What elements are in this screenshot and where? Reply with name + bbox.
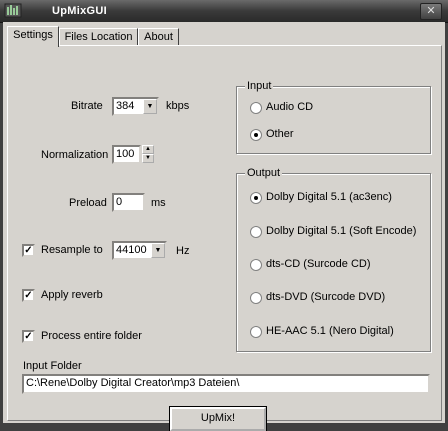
bitrate-combobox[interactable]: 384 ▼ xyxy=(112,97,159,116)
upmix-button[interactable]: UpMix! xyxy=(169,406,267,431)
normalization-label: Normalization xyxy=(41,149,109,161)
resample-value: 44100 xyxy=(116,244,147,256)
bitrate-value: 384 xyxy=(116,100,135,112)
check-icon: ✓ xyxy=(24,245,33,256)
close-icon: ✕ xyxy=(426,5,436,17)
resample-unit: Hz xyxy=(176,245,190,257)
radio-dd51-soft-encode-label: Dolby Digital 5.1 (Soft Encode) xyxy=(266,225,417,237)
apply-reverb-label: Apply reverb xyxy=(41,289,103,301)
normalization-input[interactable]: 100 xyxy=(112,145,141,164)
tab-about[interactable]: About xyxy=(138,28,179,46)
check-icon: ✓ xyxy=(24,290,33,301)
input-folder-label: Input Folder xyxy=(23,360,82,372)
radio-other-label: Other xyxy=(266,128,294,140)
radio-audio-cd[interactable] xyxy=(250,102,262,114)
output-group-title: Output xyxy=(245,167,283,179)
input-group-title: Input xyxy=(245,80,274,92)
output-group: Output Dolby Digital 5.1 (ac3enc) Dolby … xyxy=(236,167,431,352)
spin-up-icon[interactable]: ▲ xyxy=(142,145,154,154)
app-icon xyxy=(4,3,22,18)
radio-dd51-ac3enc-label: Dolby Digital 5.1 (ac3enc) xyxy=(266,191,392,203)
radio-dts-dvd-label: dts-DVD (Surcode DVD) xyxy=(266,291,386,303)
apply-reverb-checkbox[interactable]: ✓ xyxy=(22,289,35,302)
bitrate-unit: kbps xyxy=(166,100,190,112)
preload-value: 0 xyxy=(116,196,123,208)
radio-he-aac[interactable] xyxy=(250,326,262,338)
title-bar[interactable]: UpMixGUI ✕ xyxy=(0,0,448,23)
radio-dts-cd[interactable] xyxy=(250,259,262,271)
radio-other[interactable] xyxy=(250,129,262,141)
settings-panel: Bitrate 384 ▼ kbps Normalization 100 ▲ ▼… xyxy=(7,45,442,431)
process-folder-label: Process entire folder xyxy=(41,330,142,342)
close-button[interactable]: ✕ xyxy=(420,3,442,20)
normalization-value: 100 xyxy=(116,148,135,160)
window-title: UpMixGUI xyxy=(52,5,107,17)
radio-dts-dvd[interactable] xyxy=(250,292,262,304)
input-group: Input Audio CD Other xyxy=(236,80,431,154)
client-area: Settings Files Location About Bitrate 38… xyxy=(3,22,445,431)
resample-combobox[interactable]: 44100 ▼ xyxy=(112,241,167,260)
bitrate-label: Bitrate xyxy=(71,100,103,112)
upmix-button-label: UpMix! xyxy=(200,412,236,424)
process-folder-checkbox[interactable]: ✓ xyxy=(22,330,35,343)
chevron-down-icon[interactable]: ▼ xyxy=(143,99,157,114)
radio-he-aac-label: HE-AAC 5.1 (Nero Digital) xyxy=(266,325,394,337)
radio-dd51-ac3enc[interactable] xyxy=(250,192,262,204)
radio-dd51-soft-encode[interactable] xyxy=(250,226,262,238)
preload-label: Preload xyxy=(69,197,107,209)
tab-label: Files Location xyxy=(64,31,133,43)
preload-unit: ms xyxy=(151,197,166,209)
resample-checkbox[interactable]: ✓ xyxy=(22,244,35,257)
radio-dts-cd-label: dts-CD (Surcode CD) xyxy=(266,258,371,270)
check-icon: ✓ xyxy=(24,331,33,342)
tab-label: Settings xyxy=(13,29,53,41)
radio-audio-cd-label: Audio CD xyxy=(266,101,314,113)
tab-label: About xyxy=(144,31,173,43)
input-folder-field[interactable]: C:\Rene\Dolby Digital Creator\mp3 Dateie… xyxy=(22,374,430,394)
preload-input[interactable]: 0 xyxy=(112,193,145,212)
input-folder-value: C:\Rene\Dolby Digital Creator\mp3 Dateie… xyxy=(26,377,240,389)
spin-down-icon[interactable]: ▼ xyxy=(142,154,154,163)
chevron-down-icon[interactable]: ▼ xyxy=(151,243,165,258)
tab-files-location[interactable]: Files Location xyxy=(59,28,138,46)
normalization-spinner[interactable]: ▲ ▼ xyxy=(142,145,154,164)
tab-settings[interactable]: Settings xyxy=(7,26,59,47)
resample-label: Resample to xyxy=(41,244,103,256)
